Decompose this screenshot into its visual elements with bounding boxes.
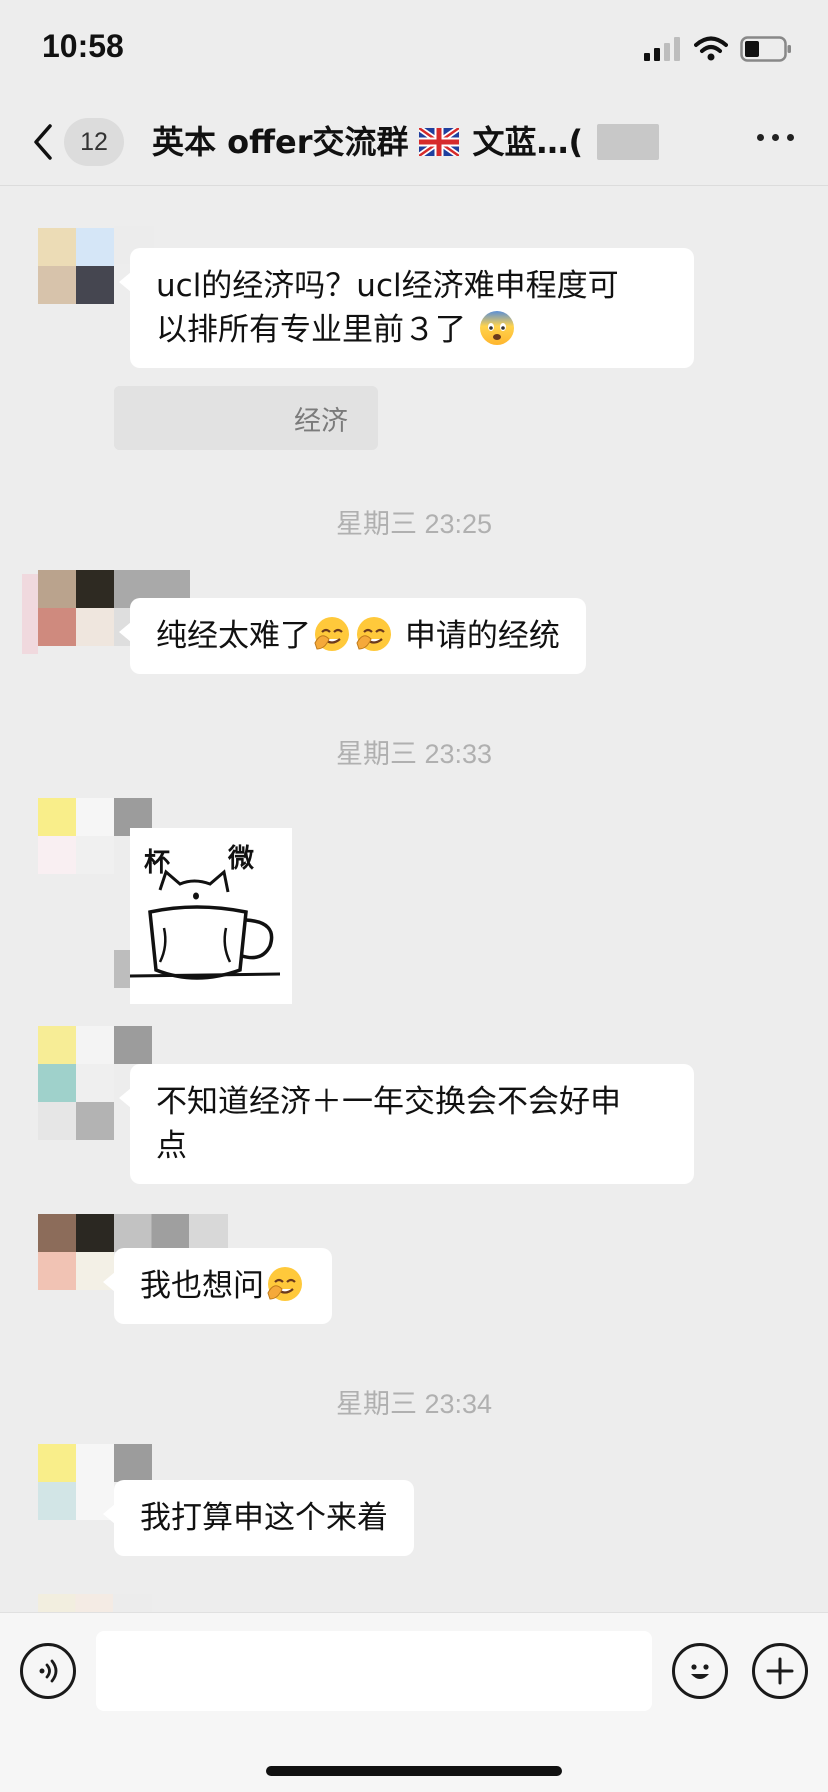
facepalm-emoji-icon xyxy=(267,1267,302,1301)
chat-header: 12 英本 offer交流群 文蓝…( xyxy=(0,100,828,186)
message-text: 纯经太难了 xyxy=(156,618,311,654)
wifi-icon xyxy=(694,36,728,61)
status-bar: 10:58 xyxy=(0,0,828,100)
message-text: 我也想问 xyxy=(140,1268,264,1304)
sender-name-blur xyxy=(114,950,130,988)
voice-wave-icon xyxy=(39,1659,58,1683)
avatar[interactable] xyxy=(38,1026,114,1102)
avatar[interactable] xyxy=(38,570,114,646)
unread-count-badge[interactable]: 12 xyxy=(64,118,124,166)
timestamp: 星期三 23:34 xyxy=(335,1389,493,1419)
cat-cup-icon xyxy=(130,869,281,980)
message-text-line: 点 xyxy=(156,1128,187,1164)
message-bubble[interactable]: 我也想问 xyxy=(103,1248,332,1324)
emoji-picker-button[interactable] xyxy=(672,1643,728,1699)
message-input-bar xyxy=(0,1612,828,1792)
sender-name-blur xyxy=(114,1214,228,1252)
smiley-face-icon xyxy=(691,1664,709,1679)
message-bubble[interactable]: ucl的经济吗？ucl经济难申程度可 以排所有专业里前３了 xyxy=(119,248,694,368)
facepalm-emoji-icon xyxy=(356,617,391,651)
quoted-reply[interactable]: 经济 xyxy=(114,386,378,450)
back-chevron-icon[interactable] xyxy=(26,120,62,164)
message-text-line: 以排所有专业里前３了 xyxy=(156,312,466,348)
avatar[interactable] xyxy=(38,228,114,304)
voice-input-button[interactable] xyxy=(20,1643,76,1699)
uk-flag-icon xyxy=(418,128,459,156)
sender-name-blur xyxy=(114,1026,152,1064)
status-time: 10:58 xyxy=(42,28,124,64)
message-text-line: ucl的经济吗？ucl经济难申程度可 xyxy=(156,268,619,304)
avatar-partial xyxy=(38,1594,152,1612)
message-text-line: 不知道经济＋一年交换会不会好申 xyxy=(156,1084,621,1120)
more-actions-button[interactable] xyxy=(752,1643,808,1699)
avatar-edge-blur xyxy=(22,574,38,654)
chat-title-text: 英本 offer交流群 xyxy=(152,123,409,161)
plus-icon xyxy=(766,1657,794,1685)
title-censor-block xyxy=(597,124,660,160)
timestamp: 星期三 23:25 xyxy=(335,509,493,539)
home-indicator xyxy=(266,1766,562,1776)
avatar-edge-blur xyxy=(38,1102,76,1140)
message-text: 申请的经统 xyxy=(395,618,560,654)
battery-icon xyxy=(740,36,791,62)
more-options-icon[interactable] xyxy=(757,134,794,141)
message-bubble[interactable]: 不知道经济＋一年交换会不会好申 点 xyxy=(119,1064,694,1184)
status-icons xyxy=(644,36,792,62)
fearful-face-emoji-icon xyxy=(479,311,514,345)
message-bubble[interactable]: 纯经太难了 申请的经统 xyxy=(119,598,586,674)
chat-title[interactable]: 英本 offer交流群 文蓝…( xyxy=(152,118,660,166)
message-bubble[interactable]: 我打算申这个来着 xyxy=(103,1480,414,1556)
chat-title-suffix: 文蓝…( xyxy=(472,123,584,161)
avatar-edge-blur xyxy=(76,1102,114,1140)
cellular-signal-icon xyxy=(644,37,680,61)
message-text: 我打算申这个来着 xyxy=(140,1500,388,1536)
timestamp: 星期三 23:33 xyxy=(335,739,493,769)
facepalm-emoji-icon xyxy=(314,617,349,651)
message-text-input[interactable] xyxy=(96,1631,652,1711)
quoted-text: 经济 xyxy=(294,405,348,437)
cat-in-cup-sticker[interactable]: 杯 微 xyxy=(130,828,292,1004)
avatar[interactable] xyxy=(38,798,114,874)
sender-name-blur xyxy=(114,1444,152,1482)
